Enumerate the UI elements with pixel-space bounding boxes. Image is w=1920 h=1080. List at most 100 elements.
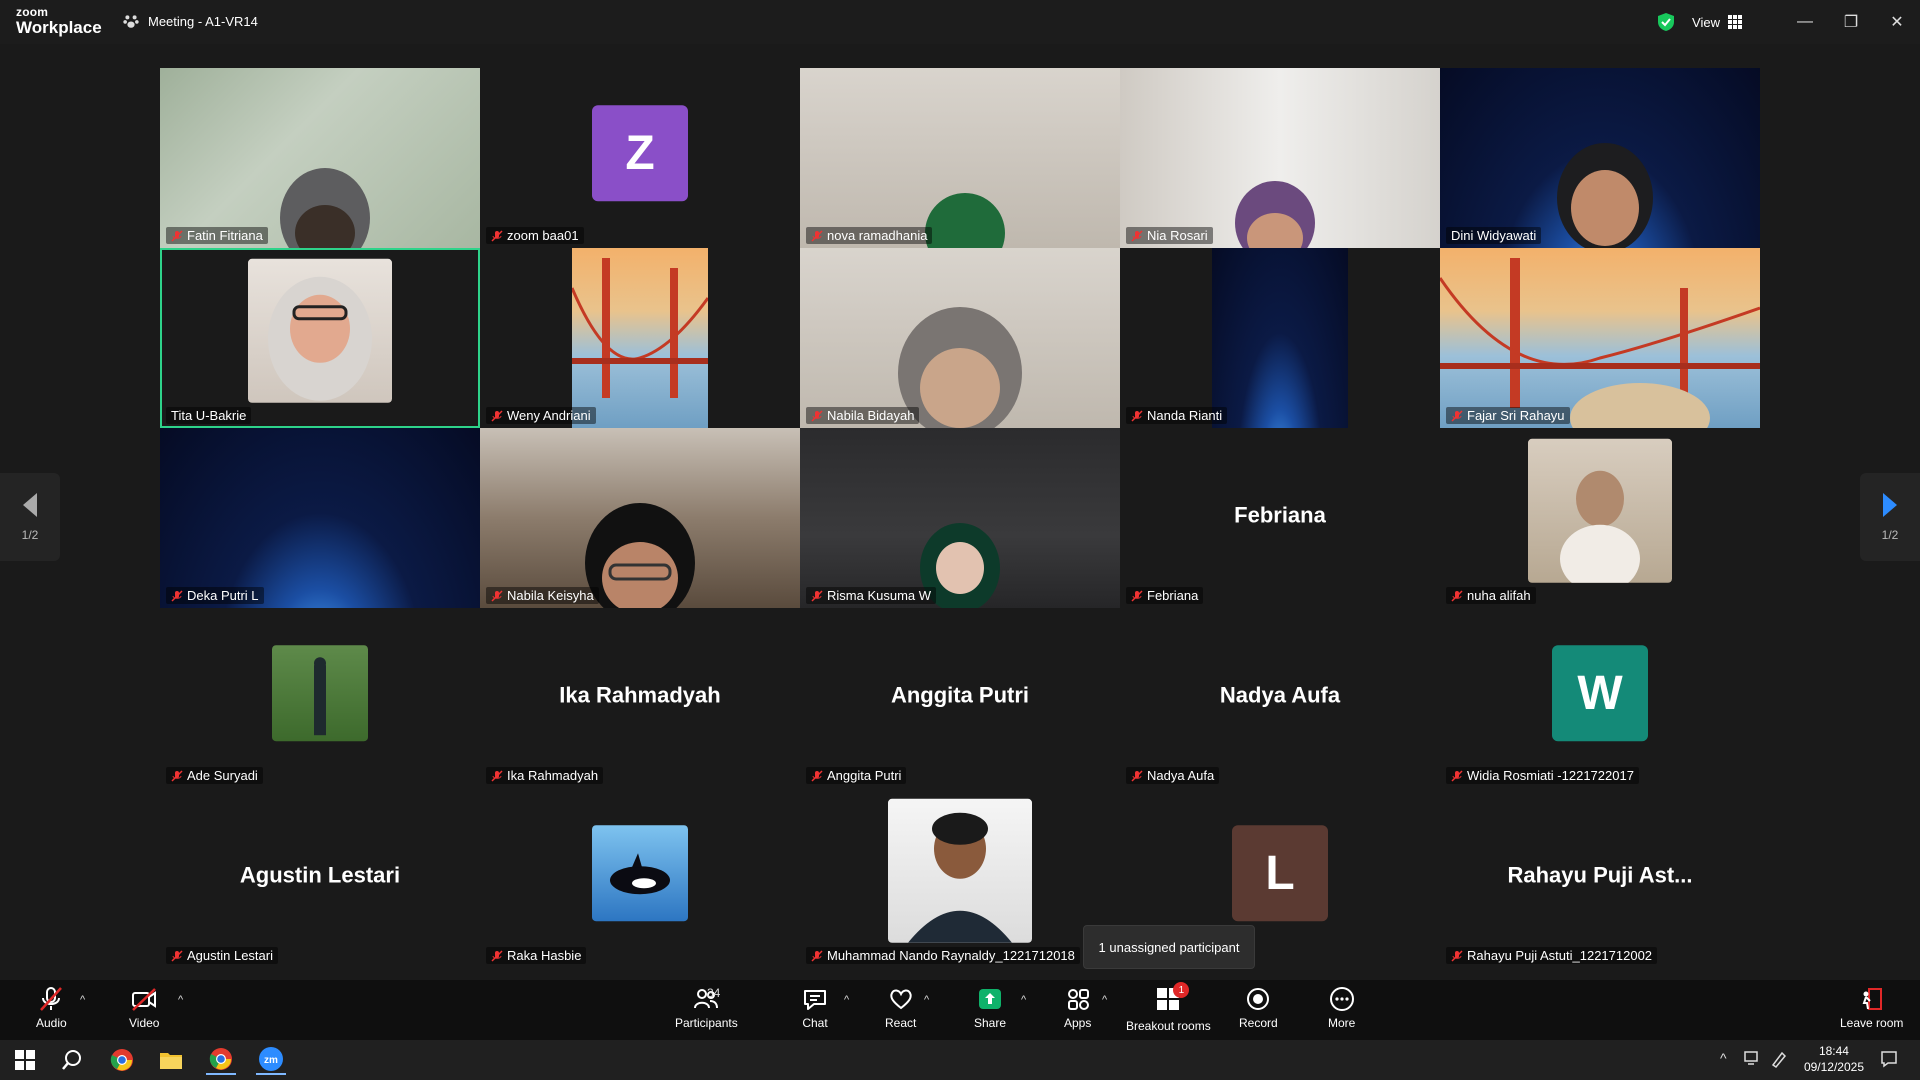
video-tile-active-speaker[interactable]: Tita U-Bakrie: [160, 248, 480, 428]
gallery-view: Fatin Fitriana Z zoom baa01 nova ramadha…: [0, 44, 1920, 980]
video-tile[interactable]: Febriana Febriana: [1120, 428, 1440, 608]
participant-label: Rahayu Puji Astuti_1221712002: [1446, 947, 1658, 964]
chat-options-caret[interactable]: ^: [844, 994, 849, 1006]
participant-name: nuha alifah: [1467, 588, 1531, 603]
participant-label: Ika Rahmadyah: [486, 767, 604, 784]
mic-off-icon: [811, 589, 823, 602]
video-tile[interactable]: Fatin Fitriana: [160, 68, 480, 248]
react-options-caret[interactable]: ^: [924, 994, 929, 1006]
participant-name: Anggita Putri: [827, 768, 902, 783]
meeting-title[interactable]: Meeting - A1-VR14: [122, 12, 258, 30]
apps-button[interactable]: Apps: [1064, 986, 1091, 1030]
video-tile[interactable]: Agustin Lestari Agustin Lestari: [160, 788, 480, 968]
mic-off-icon: [1131, 769, 1143, 782]
search-button[interactable]: [57, 1045, 87, 1075]
video-tile[interactable]: W Widia Rosmiati -1221722017: [1440, 608, 1760, 788]
video-tile[interactable]: Risma Kusuma W: [800, 428, 1120, 608]
person-silhouette: [1560, 470, 1640, 583]
network-icon[interactable]: [1744, 1050, 1762, 1066]
profile-photo: [592, 825, 688, 922]
video-tile[interactable]: Fajar Sri Rahayu: [1440, 248, 1760, 428]
participant-display-name: Rahayu Puji Ast...: [1507, 862, 1693, 888]
meeting-toolbar: Audio ^ Video ^ Participants 34 Chat ^ R…: [0, 980, 1920, 1040]
video-tile[interactable]: Nabila Keisyha: [480, 428, 800, 608]
participant-label: Nabila Bidayah: [806, 407, 920, 424]
participant-name: Nadya Aufa: [1147, 768, 1215, 783]
mic-off-icon: [1451, 769, 1463, 782]
participants-button[interactable]: Participants 34: [675, 986, 738, 1030]
react-button[interactable]: React: [885, 986, 916, 1030]
chat-button[interactable]: Chat: [802, 986, 828, 1030]
video-tile[interactable]: Ade Suryadi: [160, 608, 480, 788]
video-tile[interactable]: Raka Hasbie: [480, 788, 800, 968]
chrome-taskbar-icon[interactable]: [107, 1045, 137, 1075]
video-tile[interactable]: Nia Rosari: [1120, 68, 1440, 248]
video-tile[interactable]: Anggita Putri Anggita Putri: [800, 608, 1120, 788]
leave-room-button[interactable]: Leave room: [1840, 986, 1903, 1030]
chrome-profile-taskbar-icon[interactable]: [206, 1045, 236, 1075]
share-label: Share: [974, 1016, 1007, 1030]
logo-line2: Workplace: [16, 18, 102, 37]
video-tile[interactable]: Dini Widyawati: [1440, 68, 1760, 248]
video-options-caret[interactable]: ^: [178, 994, 183, 1006]
mic-off-icon: [491, 949, 503, 962]
windows-icon: [15, 1050, 35, 1070]
mic-off-icon: [171, 949, 183, 962]
tray-overflow-icon[interactable]: ^: [1720, 1050, 1727, 1066]
react-label: React: [885, 1016, 917, 1030]
video-button[interactable]: Video: [129, 986, 159, 1030]
mic-off-icon: [171, 769, 183, 782]
mic-muted-icon: [40, 987, 63, 1011]
participant-name: Dini Widyawati: [1451, 228, 1537, 243]
file-explorer-taskbar-icon[interactable]: [156, 1045, 186, 1075]
participant-label: nuha alifah: [1446, 587, 1536, 604]
participant-display-name: Febriana: [1234, 502, 1326, 528]
heart-icon: [889, 989, 912, 1010]
mic-off-icon: [1451, 409, 1463, 422]
video-tile[interactable]: Rahayu Puji Ast... Rahayu Puji Astuti_12…: [1440, 788, 1760, 968]
mic-off-icon: [491, 409, 503, 422]
video-tile[interactable]: Muhammad Nando Raynaldy_1221712018: [800, 788, 1120, 968]
video-tile[interactable]: nova ramadhania: [800, 68, 1120, 248]
prev-page-button[interactable]: 1/2: [0, 473, 60, 561]
more-button[interactable]: More: [1328, 986, 1355, 1030]
share-options-caret[interactable]: ^: [1021, 994, 1026, 1006]
participant-name: Fajar Sri Rahayu: [1467, 408, 1565, 423]
share-button[interactable]: Share: [974, 986, 1006, 1030]
video-tile[interactable]: Deka Putri L: [160, 428, 480, 608]
shield-icon[interactable]: [1656, 12, 1676, 32]
orca-graphic: [610, 853, 670, 895]
video-tile[interactable]: Nadya Aufa Nadya Aufa: [1120, 608, 1440, 788]
video-tile[interactable]: Ika Rahmadyah Ika Rahmadyah: [480, 608, 800, 788]
participant-display-name: Agustin Lestari: [239, 862, 401, 888]
zoom-logo: zoom Workplace: [16, 6, 102, 36]
close-button[interactable]: ✕: [1874, 0, 1920, 44]
record-label: Record: [1239, 1016, 1278, 1030]
minimize-button[interactable]: —: [1782, 0, 1828, 44]
video-tile[interactable]: nuha alifah: [1440, 428, 1760, 608]
next-page-button[interactable]: 1/2: [1860, 473, 1920, 561]
participant-name: Nabila Bidayah: [827, 408, 915, 423]
system-clock[interactable]: 18:44 09/12/2025: [1804, 1043, 1864, 1075]
profile-photo: [248, 258, 392, 403]
participant-name: Muhammad Nando Raynaldy_1221712018: [827, 948, 1075, 963]
video-tile[interactable]: Nanda Rianti: [1120, 248, 1440, 428]
bridge-background: [570, 248, 710, 428]
pen-icon[interactable]: [1770, 1050, 1788, 1068]
breakout-icon-wrap: 1: [1155, 982, 1190, 1015]
video-tile[interactable]: Weny Andriani: [480, 248, 800, 428]
notification-icon[interactable]: [1880, 1050, 1898, 1068]
breakout-label: Breakout rooms: [1126, 1019, 1211, 1033]
apps-options-caret[interactable]: ^: [1102, 994, 1107, 1006]
restore-button[interactable]: ❐: [1828, 0, 1874, 44]
audio-options-caret[interactable]: ^: [80, 994, 85, 1006]
view-button[interactable]: View: [1692, 15, 1742, 30]
audio-button[interactable]: Audio: [36, 986, 67, 1030]
record-button[interactable]: Record: [1239, 986, 1278, 1030]
video-tile[interactable]: Z zoom baa01: [480, 68, 800, 248]
zoom-taskbar-icon[interactable]: zm: [256, 1045, 286, 1075]
start-button[interactable]: [10, 1045, 40, 1075]
mic-off-icon: [171, 589, 183, 602]
breakout-rooms-button[interactable]: 1 Breakout rooms: [1126, 982, 1211, 1033]
video-tile[interactable]: Nabila Bidayah: [800, 248, 1120, 428]
